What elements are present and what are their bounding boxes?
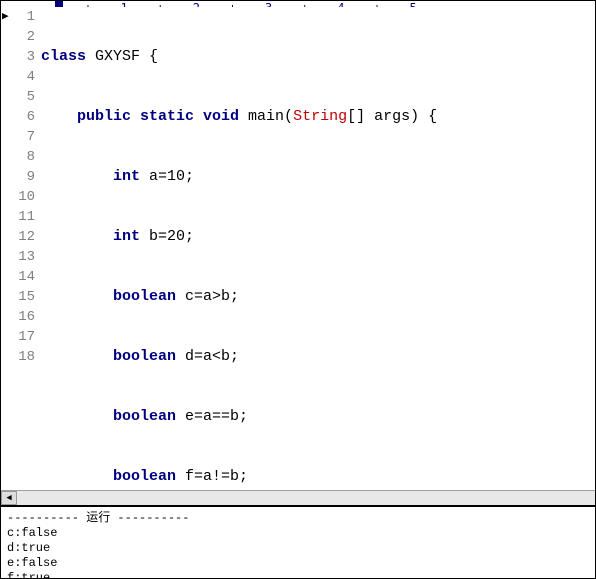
console-line: d:true	[7, 541, 589, 556]
line-no: 10	[11, 187, 35, 207]
scroll-left-button[interactable]: ◀	[1, 491, 17, 505]
code-area[interactable]: ▶ 1 2 3 4 5 6 7 8 9 10 11 12 13 14 15 16…	[1, 7, 595, 490]
console-line: c:false	[7, 526, 589, 541]
line-no: 16	[11, 307, 35, 327]
line-number-gutter: 1 2 3 4 5 6 7 8 9 10 11 12 13 14 15 16 1…	[11, 7, 41, 490]
current-line-arrow-icon: ▶	[1, 7, 11, 27]
keyword: boolean	[113, 288, 176, 305]
line-no: 8	[11, 147, 35, 167]
plain: [] args) {	[347, 108, 437, 125]
indent	[41, 288, 113, 305]
classname: String	[293, 108, 347, 125]
plain: a=10;	[140, 168, 194, 185]
ide-window: ------+----1----+----2----+----3----+---…	[0, 0, 596, 579]
console-line: e:false	[7, 556, 589, 571]
plain: d=a<b;	[176, 348, 239, 365]
gutter-arrow-col: ▶	[1, 7, 11, 490]
line-no: 3	[11, 47, 35, 67]
plain: main(	[239, 108, 293, 125]
code-line: int a=10;	[41, 167, 595, 187]
plain: f=a!=b;	[176, 468, 248, 485]
code-text[interactable]: class GXYSF { public static void main(St…	[41, 7, 595, 490]
indent	[41, 468, 113, 485]
keyword: boolean	[113, 348, 176, 365]
plain: GXYSF {	[86, 48, 158, 65]
plain: c=a>b;	[176, 288, 239, 305]
code-line: boolean c=a>b;	[41, 287, 595, 307]
line-no: 17	[11, 327, 35, 347]
code-line: boolean e=a==b;	[41, 407, 595, 427]
code-line: int b=20;	[41, 227, 595, 247]
plain: b=20;	[140, 228, 194, 245]
console-header: ---------- 运行 ----------	[7, 511, 589, 526]
code-line: class GXYSF {	[41, 47, 595, 67]
line-no: 5	[11, 87, 35, 107]
line-no: 14	[11, 267, 35, 287]
line-no: 11	[11, 207, 35, 227]
indent	[41, 348, 113, 365]
line-no: 2	[11, 27, 35, 47]
line-no: 7	[11, 127, 35, 147]
plain: e=a==b;	[176, 408, 248, 425]
keyword: class	[41, 48, 86, 65]
line-no: 18	[11, 347, 35, 367]
code-line: public static void main(String[] args) {	[41, 107, 595, 127]
line-no: 6	[11, 107, 35, 127]
keyword: int	[113, 228, 140, 245]
line-no: 12	[11, 227, 35, 247]
line-no: 4	[11, 67, 35, 87]
line-no: 15	[11, 287, 35, 307]
line-no: 1	[11, 7, 35, 27]
line-no: 13	[11, 247, 35, 267]
keyword: int	[113, 168, 140, 185]
output-console[interactable]: ---------- 运行 ----------c:falsed:truee:f…	[1, 505, 595, 578]
indent	[41, 408, 113, 425]
line-no: 9	[11, 167, 35, 187]
keyword: public static void	[77, 108, 239, 125]
console-line: f:true	[7, 571, 589, 578]
indent	[41, 228, 113, 245]
indent	[41, 168, 113, 185]
keyword: boolean	[113, 468, 176, 485]
horizontal-scrollbar[interactable]: ◀	[1, 490, 595, 505]
code-line: boolean f=a!=b;	[41, 467, 595, 487]
scroll-track[interactable]	[17, 491, 595, 505]
keyword: boolean	[113, 408, 176, 425]
code-line: boolean d=a<b;	[41, 347, 595, 367]
indent	[41, 108, 77, 125]
